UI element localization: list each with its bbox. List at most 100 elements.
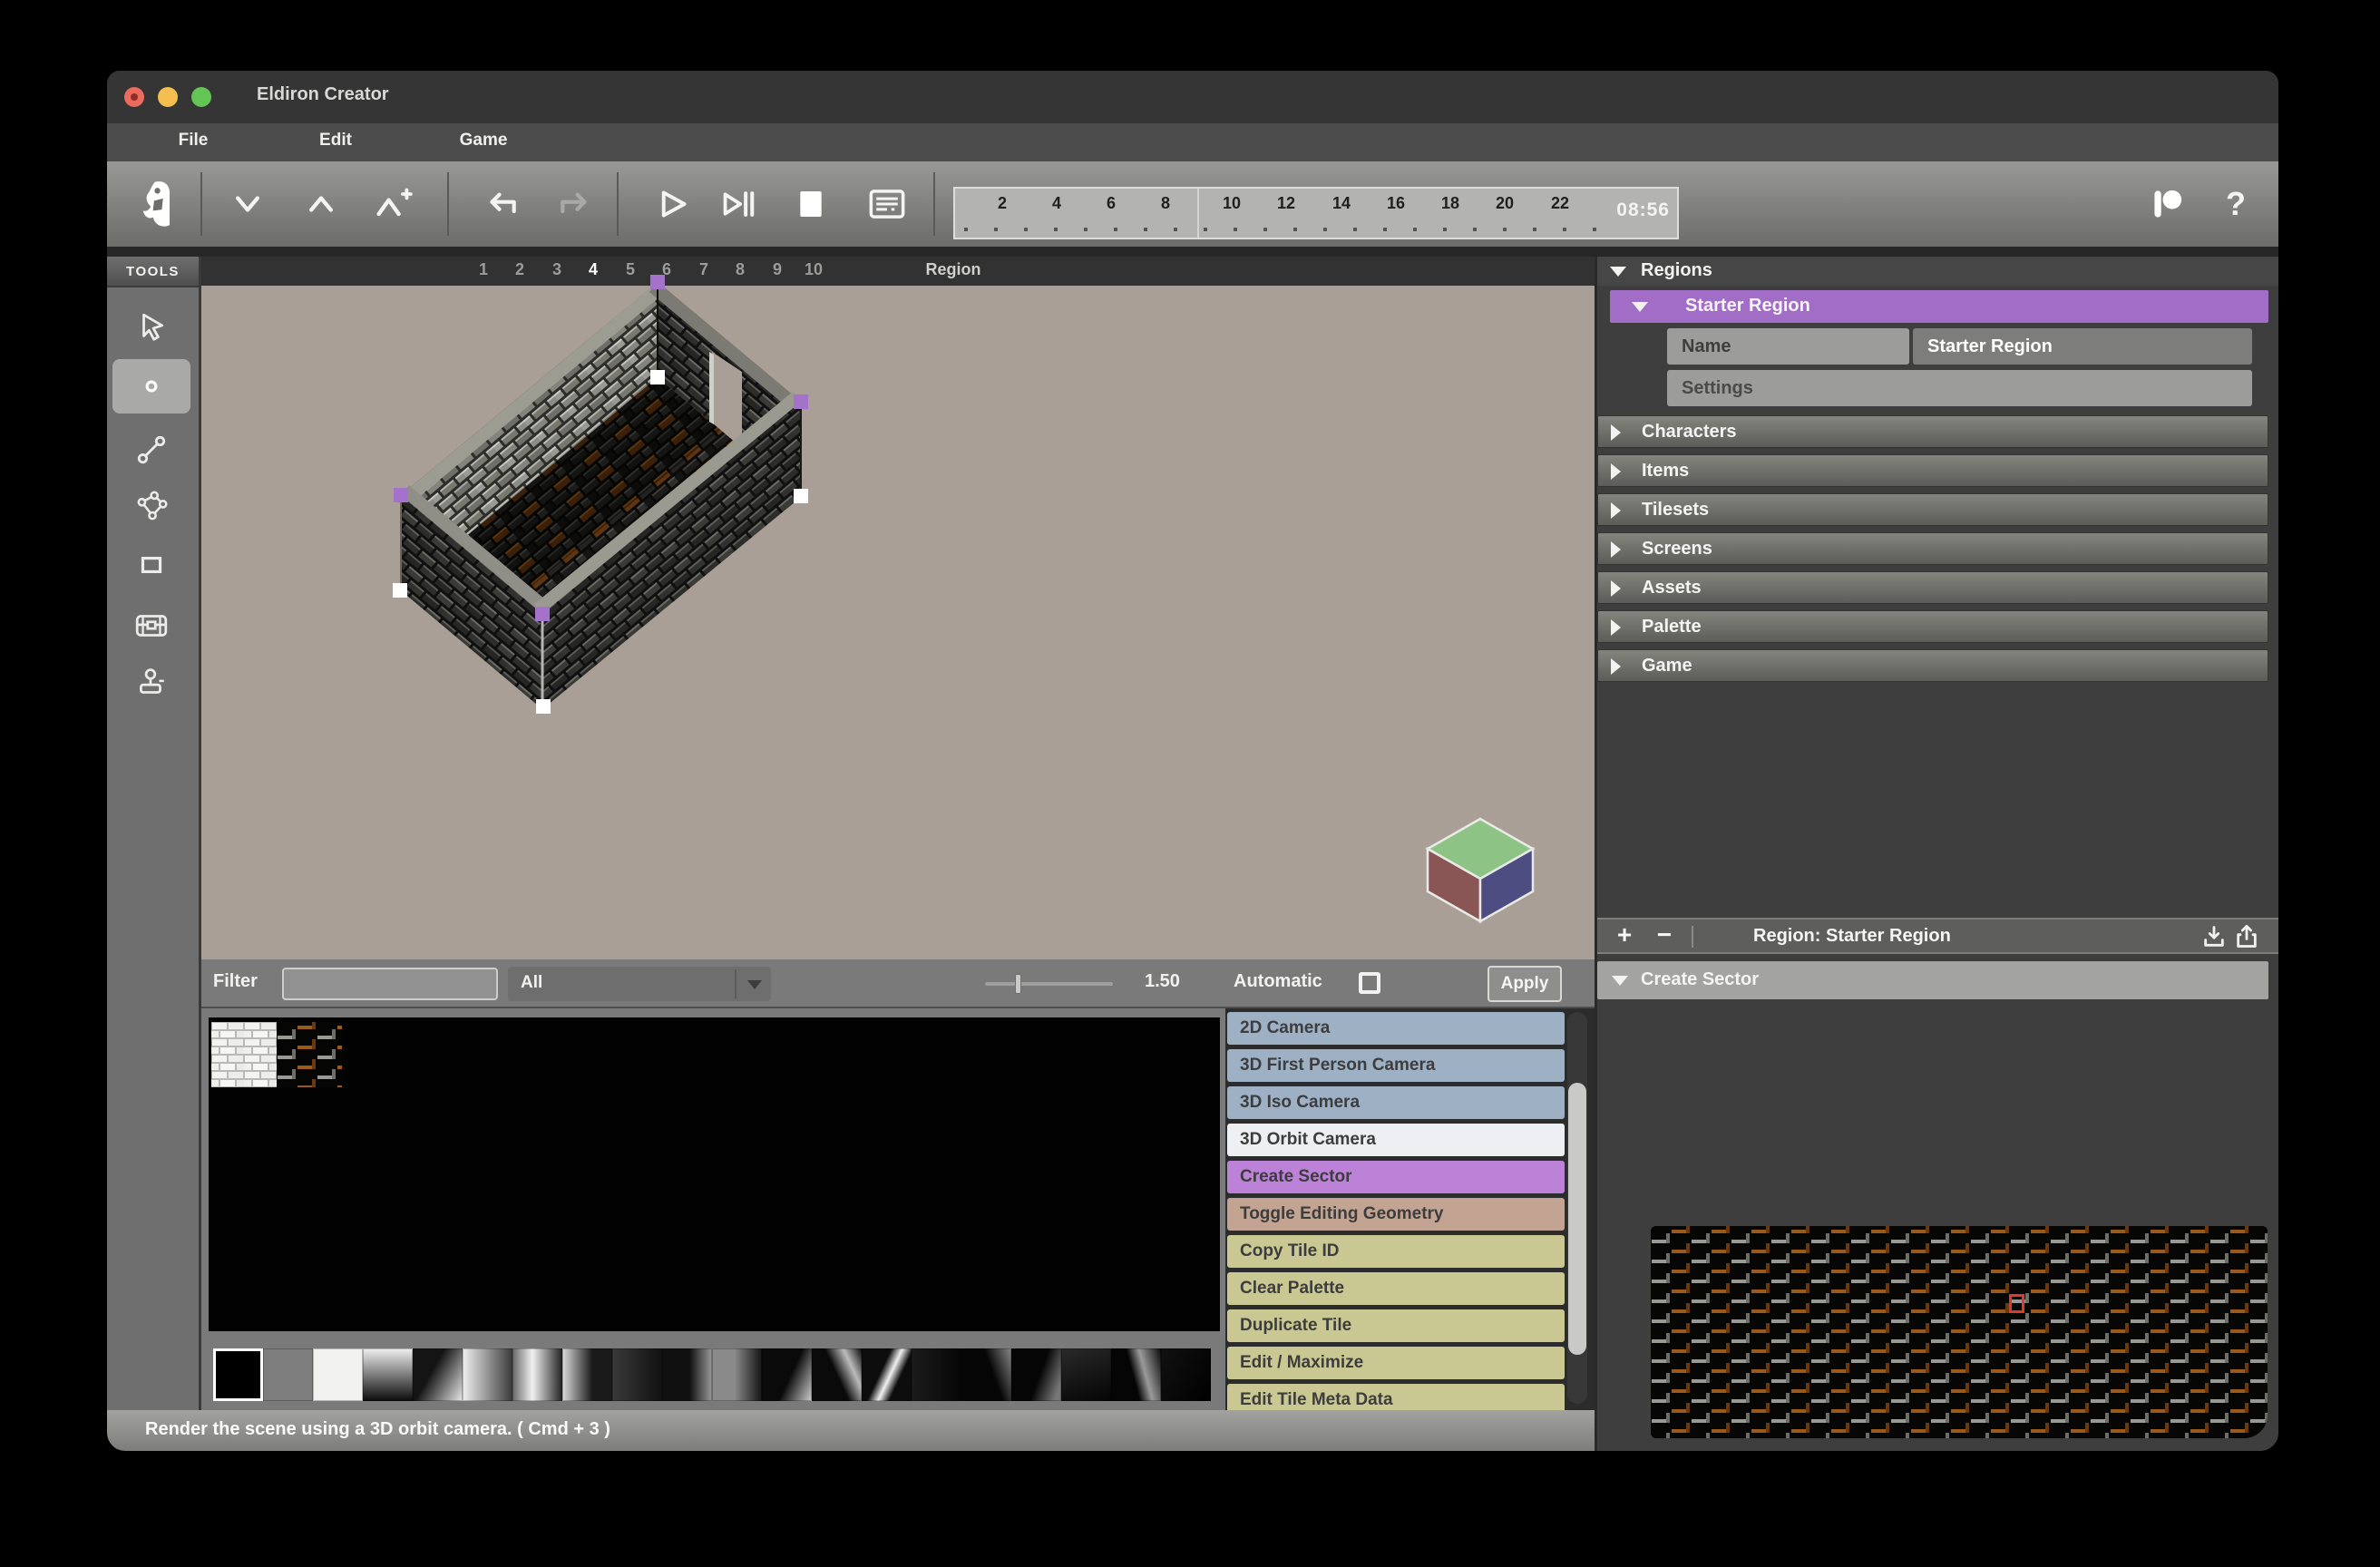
section-screens[interactable]: Screens: [1597, 532, 2268, 565]
zoom-button[interactable]: [191, 87, 211, 107]
button-duplicate-tile[interactable]: Duplicate Tile: [1227, 1309, 1565, 1342]
move-up-button[interactable]: [299, 182, 343, 226]
tool-game[interactable]: [112, 656, 190, 710]
gradient-tile[interactable]: [662, 1348, 712, 1401]
tab-level-8[interactable]: 8: [726, 260, 755, 279]
gradient-tile[interactable]: [812, 1348, 862, 1401]
button-3d-iso-camera[interactable]: 3D Iso Camera: [1227, 1086, 1565, 1119]
vertex-handle-purple[interactable]: [794, 394, 808, 409]
button-3d-first-person-camera[interactable]: 3D First Person Camera: [1227, 1049, 1565, 1082]
button-clear-palette[interactable]: Clear Palette: [1227, 1272, 1565, 1305]
vertex-handle-purple[interactable]: [650, 275, 665, 289]
tool-sector[interactable]: [112, 479, 190, 533]
gradient-tile[interactable]: [263, 1348, 313, 1401]
button-copy-tile-id[interactable]: Copy Tile ID: [1227, 1235, 1565, 1268]
button-2d-camera[interactable]: 2D Camera: [1227, 1012, 1565, 1045]
settings-button[interactable]: Settings: [1667, 370, 2252, 406]
tile-dark-brick[interactable]: [277, 1022, 342, 1087]
gradient-tile[interactable]: [1061, 1348, 1111, 1401]
gradient-tile[interactable]: [512, 1348, 562, 1401]
orientation-cube[interactable]: [1428, 819, 1533, 921]
tab-level-5[interactable]: 5: [616, 260, 645, 279]
vertex-handle-white[interactable]: [393, 583, 407, 598]
slider-handle[interactable]: [1015, 974, 1021, 994]
add-region-button[interactable]: +: [1608, 920, 1641, 952]
help-button[interactable]: ?: [2214, 182, 2258, 226]
gradient-tile[interactable]: [562, 1348, 612, 1401]
tile-white-brick[interactable]: [211, 1022, 277, 1087]
button-create-sector[interactable]: Create Sector: [1227, 1161, 1565, 1193]
name-field-value[interactable]: Starter Region: [1913, 328, 2252, 365]
tab-level-2[interactable]: 2: [505, 260, 534, 279]
apply-button[interactable]: Apply: [1488, 966, 1562, 1002]
vertex-handle-white[interactable]: [650, 370, 665, 384]
scrollbar-thumb[interactable]: [1568, 1083, 1586, 1355]
menu-edit[interactable]: Edit: [304, 131, 367, 151]
tool-rect[interactable]: [112, 538, 190, 592]
vertex-handle-purple[interactable]: [535, 607, 550, 621]
section-items[interactable]: Items: [1597, 454, 2268, 487]
section-tilesets[interactable]: Tilesets: [1597, 493, 2268, 526]
gradient-tile[interactable]: [862, 1348, 912, 1401]
minimize-button[interactable]: [158, 87, 178, 107]
tab-level-4[interactable]: 4: [579, 260, 608, 279]
gradient-tile[interactable]: [612, 1348, 662, 1401]
region-item-starter-region[interactable]: Starter Region: [1610, 290, 2268, 323]
gradient-tile[interactable]: [1161, 1348, 1211, 1401]
automatic-checkbox[interactable]: [1359, 972, 1380, 994]
gradient-tile[interactable]: [463, 1348, 512, 1401]
gradient-tile[interactable]: [1111, 1348, 1161, 1401]
gradient-tile[interactable]: [313, 1348, 363, 1401]
button-edit-maximize[interactable]: Edit / Maximize: [1227, 1347, 1565, 1379]
vertex-handle-white[interactable]: [536, 699, 551, 714]
tab-level-7[interactable]: 7: [689, 260, 718, 279]
tab-level-9[interactable]: 9: [763, 260, 792, 279]
gradient-tile[interactable]: [912, 1348, 961, 1401]
filter-input[interactable]: [282, 968, 498, 1000]
section-game[interactable]: Game: [1597, 649, 2268, 682]
tool-vertex[interactable]: [112, 359, 190, 414]
tool-items[interactable]: [112, 599, 190, 653]
step-button[interactable]: [717, 182, 761, 226]
tab-level-3[interactable]: 3: [542, 260, 571, 279]
gradient-tile[interactable]: [213, 1348, 263, 1401]
title-bar[interactable]: Eldiron Creator: [107, 71, 2278, 123]
add-level-button[interactable]: [371, 182, 415, 226]
time-ruler[interactable]: 2 4 6 8 10 12 14 16 18 20 22 08:56: [953, 187, 1679, 239]
tool-linedef[interactable]: [112, 422, 190, 476]
button-toggle-editing-geometry[interactable]: Toggle Editing Geometry: [1227, 1198, 1565, 1231]
regions-header[interactable]: Regions: [1597, 257, 2278, 286]
section-palette[interactable]: Palette: [1597, 610, 2268, 643]
gradient-tile[interactable]: [961, 1348, 1011, 1401]
tool-select[interactable]: [112, 300, 190, 355]
room-3d-render[interactable]: [201, 286, 1595, 959]
menu-file[interactable]: File: [161, 131, 225, 151]
move-down-button[interactable]: [226, 182, 269, 226]
redo-button[interactable]: [552, 182, 596, 226]
export-icon[interactable]: [2234, 924, 2259, 949]
tab-level-10[interactable]: 10: [799, 260, 828, 279]
gradient-tile[interactable]: [363, 1348, 413, 1401]
vertex-handle-white[interactable]: [794, 489, 808, 503]
gradient-tile[interactable]: [413, 1348, 463, 1401]
remove-region-button[interactable]: −: [1648, 920, 1681, 952]
undo-button[interactable]: [481, 182, 524, 226]
gradient-tile[interactable]: [762, 1348, 812, 1401]
tile-zoom-slider[interactable]: [985, 982, 1113, 986]
viewport-3d[interactable]: [201, 286, 1595, 959]
import-icon[interactable]: [2201, 924, 2227, 949]
tile-texture-preview[interactable]: [1651, 1226, 2268, 1438]
button-3d-orbit-camera[interactable]: 3D Orbit Camera: [1227, 1124, 1565, 1156]
gradient-tile[interactable]: [712, 1348, 762, 1401]
vertex-handle-purple[interactable]: [394, 488, 408, 502]
menu-game[interactable]: Game: [452, 131, 515, 151]
create-sector-header[interactable]: Create Sector: [1597, 961, 2268, 999]
stop-button[interactable]: [789, 182, 833, 226]
button-edit-tile-meta-data[interactable]: Edit Tile Meta Data: [1227, 1384, 1565, 1410]
tag-filter-dropdown[interactable]: All: [508, 967, 771, 1001]
patreon-icon[interactable]: [2146, 182, 2190, 226]
log-console-button[interactable]: [865, 182, 909, 226]
section-assets[interactable]: Assets: [1597, 571, 2268, 604]
gradient-tile[interactable]: [1011, 1348, 1061, 1401]
play-button[interactable]: [651, 182, 695, 226]
